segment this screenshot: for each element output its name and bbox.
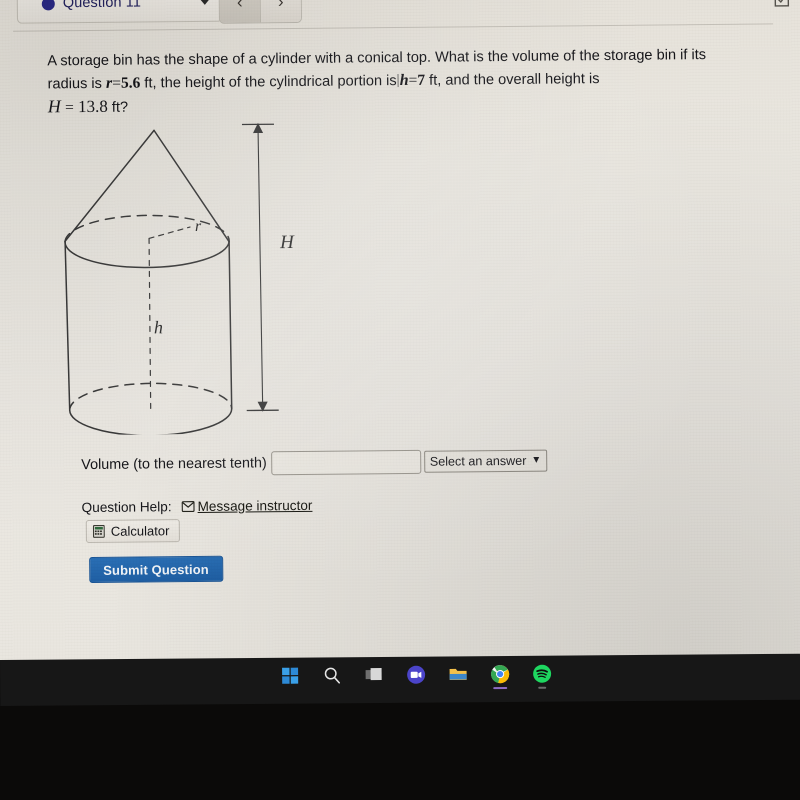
cylinder-left-side: [64, 240, 71, 411]
dim-arrow-down: [257, 401, 268, 412]
submit-question-label: Submit Question: [103, 561, 209, 578]
cone-left-edge: [64, 129, 155, 242]
answer-row: Volume (to the nearest tenth) Select an …: [81, 449, 548, 477]
header-divider: [13, 23, 774, 32]
text-cursor-artifact: [397, 73, 399, 87]
mail-icon: [181, 501, 195, 513]
cylinder-top-front-arc: [64, 240, 230, 269]
math-val-r: 5.6: [120, 74, 141, 92]
question-line-1: A storage bin has the shape of a cylinde…: [47, 47, 688, 70]
question-help-row: Question Help: Message instructor: [82, 498, 313, 515]
question-selector-label: Question 11: [62, 0, 142, 12]
dim-line: [257, 126, 264, 409]
question-help-label: Question Help:: [81, 499, 172, 516]
math-eq-3: =: [64, 99, 74, 117]
next-question-button[interactable]: ›: [260, 0, 301, 23]
question-status-dot: [41, 0, 55, 10]
calculator-button[interactable]: Calculator: [85, 519, 180, 544]
chrome-active-underline: [493, 687, 508, 690]
prev-question-button[interactable]: ‹: [219, 0, 261, 23]
cylinder-cone-figure: r h H: [46, 113, 319, 437]
laptop-screen: Question 11 ‹ › A storage bin has the sh…: [0, 0, 800, 680]
teams-icon[interactable]: [406, 665, 426, 685]
chevron-down-icon: ▼: [531, 454, 542, 466]
calculator-icon: [92, 524, 105, 538]
math-val-h: 7: [417, 71, 426, 89]
submit-question-button[interactable]: Submit Question: [89, 555, 223, 584]
figure-label-r: r: [195, 218, 202, 235]
question-unit-H: ft?: [107, 99, 129, 116]
spotify-icon[interactable]: [532, 664, 552, 689]
screenshot-root: Question 11 ‹ › A storage bin has the sh…: [0, 0, 800, 800]
quiz-page: Question 11 ‹ › A storage bin has the sh…: [0, 0, 799, 670]
figure-label-H: H: [279, 232, 295, 253]
question-nav-buttons: ‹ ›: [218, 0, 302, 24]
windows-taskbar: [0, 653, 800, 706]
math-eq-2: =: [408, 71, 418, 89]
search-icon[interactable]: [322, 665, 342, 685]
unit-select-value: Select an answer: [429, 453, 527, 469]
unit-select-dropdown[interactable]: Select an answer ▼: [423, 449, 548, 473]
spotify-active-underline: [538, 686, 547, 689]
calculator-button-label: Calculator: [110, 523, 170, 539]
volume-answer-input[interactable]: [270, 449, 421, 476]
windows-start-icon[interactable]: [280, 666, 300, 686]
math-var-H: H: [47, 96, 61, 117]
dim-arrow-up: [253, 122, 264, 134]
message-instructor-link[interactable]: Message instructor: [197, 498, 312, 514]
laptop-bezel: [0, 653, 800, 800]
taskbar-icon-group: [280, 664, 552, 690]
cylinder-right-side: [228, 240, 233, 410]
figure-label-h: h: [154, 317, 163, 337]
task-view-icon[interactable]: [364, 665, 384, 685]
radius-line-dashed: [148, 226, 191, 240]
math-var-h: h: [399, 71, 409, 89]
question-unit-r: ft, the height of the cylindrical portio…: [140, 72, 397, 91]
cone-right-edge: [153, 129, 230, 243]
question-unit-h: ft, and the overall height is: [424, 70, 600, 89]
chrome-icon[interactable]: [490, 664, 510, 690]
question-text: A storage bin has the shape of a cylinde…: [47, 45, 708, 120]
volume-answer-label: Volume (to the nearest tenth): [81, 455, 267, 474]
question-selector-dropdown[interactable]: Question 11: [16, 0, 223, 24]
file-explorer-icon[interactable]: [448, 664, 468, 684]
chevron-down-icon: [199, 0, 210, 5]
math-val-H: 13.8: [77, 96, 108, 117]
cylinder-top-back-arc: [64, 214, 230, 243]
cylinder-bottom-front-arc: [68, 407, 233, 437]
checkbox-icon[interactable]: [773, 0, 791, 8]
